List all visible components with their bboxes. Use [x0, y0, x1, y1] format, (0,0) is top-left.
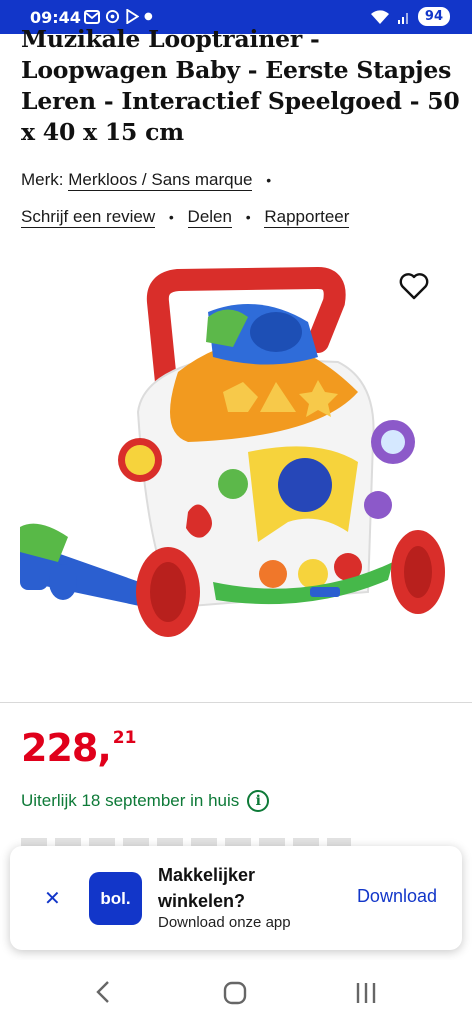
back-icon[interactable] [90, 978, 118, 1006]
write-review-link[interactable]: Schrijf een review [21, 207, 156, 228]
notification-icons: ● [84, 9, 153, 24]
sync-icon [105, 9, 120, 24]
wifi-icon [370, 9, 389, 24]
home-icon[interactable] [221, 979, 249, 1007]
delivery-text: Uiterlijk 18 september in huis [21, 791, 240, 810]
banner-title: Makkelijker winkelen? [158, 865, 256, 911]
report-link[interactable]: Rapporteer [264, 207, 350, 228]
app-download-banner: ✕ bol. Makkelijker winkelen? Download on… [10, 846, 462, 950]
product-title: Muzikale Looptrainer - Loopwagen Baby - … [21, 25, 460, 146]
download-button[interactable]: Download [357, 886, 437, 907]
system-nav-bar [0, 960, 472, 1024]
info-icon[interactable]: i [247, 790, 270, 812]
signal-icon [397, 12, 408, 24]
product-image[interactable] [18, 262, 458, 672]
price: 228, 21 [21, 726, 136, 770]
share-link[interactable]: Delen [187, 207, 232, 228]
play-icon [126, 9, 139, 24]
bol-logo: bol. [89, 872, 142, 925]
section-divider [0, 702, 472, 703]
delivery-info: Uiterlijk 18 september in huis i [21, 790, 270, 812]
price-integer: 228, [21, 726, 112, 770]
banner-subtitle: Download onze app [158, 914, 291, 931]
separator-dot: • [168, 209, 174, 225]
actions-row: Schrijf een review • Delen • Rapporteer [21, 207, 350, 228]
recent-apps-icon[interactable] [352, 979, 380, 1007]
brand-label: Merk: [21, 170, 64, 189]
brand-row: Merk: Merkloos / Sans marque • [21, 170, 280, 191]
price-decimal: 21 [112, 728, 137, 748]
close-icon[interactable]: ✕ [44, 886, 61, 911]
mail-icon [84, 9, 100, 24]
separator-dot: • [266, 172, 272, 188]
heart-icon[interactable] [398, 270, 430, 302]
separator-dot: • [245, 209, 251, 225]
brand-link[interactable]: Merkloos / Sans marque [68, 170, 253, 191]
